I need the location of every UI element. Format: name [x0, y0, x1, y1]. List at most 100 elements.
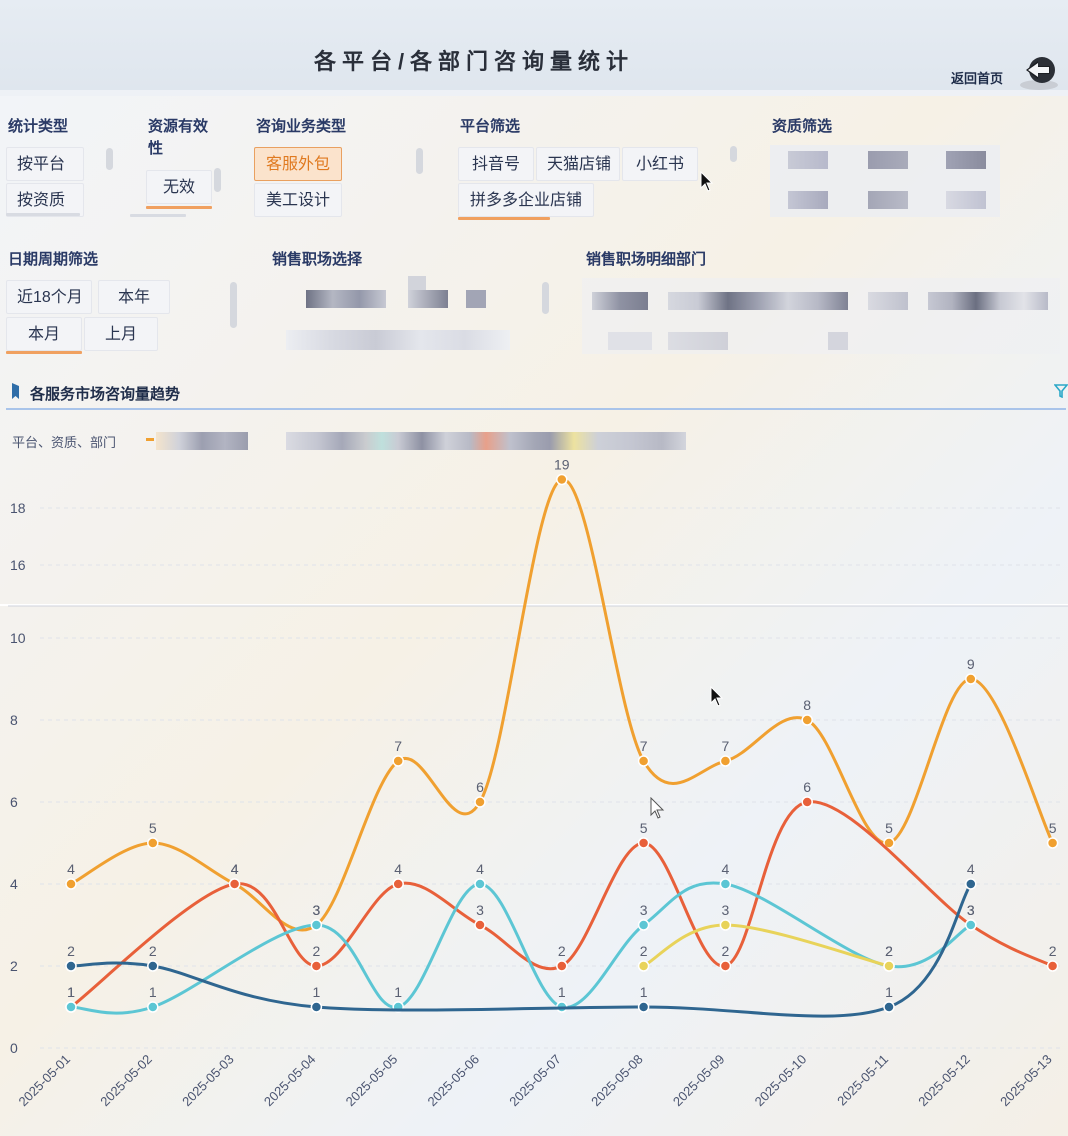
- y-tick-label: 0: [10, 1040, 18, 1056]
- data-point: [310, 960, 323, 972]
- tab-underline: [6, 351, 82, 354]
- data-label: 4: [394, 861, 402, 877]
- sales-dept-label: 销售职场明细部门: [586, 251, 707, 268]
- y-tick-label: 6: [10, 794, 18, 810]
- data-label: 2: [558, 943, 566, 959]
- trend-line-chart: 02468101618202025-05-012025-05-022025-05…: [0, 456, 1068, 1110]
- qualification-options-blurred[interactable]: [770, 145, 1000, 217]
- data-point: [965, 878, 977, 890]
- legend-items-blurred[interactable]: [156, 432, 248, 450]
- data-point: [556, 473, 568, 486]
- data-point: [392, 755, 404, 767]
- date-period-option[interactable]: 近18个月: [6, 280, 92, 314]
- business-type-label: 咨询业务类型: [256, 118, 347, 135]
- data-point: [65, 878, 77, 890]
- data-label: 2: [1049, 943, 1057, 959]
- data-point: [965, 673, 977, 685]
- series-line: [642, 923, 891, 968]
- data-point: [637, 755, 650, 767]
- x-tick-label: 2025-05-03: [179, 1052, 237, 1110]
- data-point: [147, 837, 159, 849]
- back-arrow-icon[interactable]: [1018, 52, 1060, 92]
- y-tick-label: 18: [10, 500, 26, 516]
- data-label: 3: [313, 902, 321, 918]
- data-label: 1: [394, 984, 402, 1000]
- legend-label: 平台、资质、部门: [12, 435, 117, 450]
- data-label: 2: [722, 943, 730, 959]
- scrollbar[interactable]: [230, 282, 237, 328]
- data-point: [637, 1001, 650, 1013]
- x-tick-label: 2025-05-13: [997, 1052, 1055, 1110]
- x-tick-label: 2025-05-02: [97, 1052, 155, 1110]
- filter-icon[interactable]: [1054, 384, 1068, 398]
- home-link[interactable]: 返回首页: [951, 68, 1003, 87]
- data-point: [883, 960, 895, 972]
- scrollbar[interactable]: [416, 148, 423, 174]
- platform-label: 平台筛选: [460, 118, 521, 135]
- platform-option[interactable]: 小红书: [622, 147, 698, 181]
- scroll-indicator[interactable]: [130, 214, 186, 217]
- data-point: [719, 919, 732, 931]
- scroll-indicator[interactable]: [6, 213, 80, 216]
- data-label: 4: [476, 861, 484, 877]
- data-label: 7: [640, 738, 648, 754]
- legend-items-blurred[interactable]: [286, 432, 686, 450]
- data-label: 7: [394, 738, 402, 754]
- mouse-cursor-outline-icon: [650, 797, 665, 819]
- data-label: 1: [558, 984, 566, 1000]
- data-point: [637, 960, 650, 972]
- data-label: 9: [967, 656, 975, 672]
- scrollbar[interactable]: [730, 146, 737, 162]
- data-label: 7: [722, 738, 730, 754]
- stat-type-option[interactable]: 按平台: [6, 147, 84, 181]
- platform-option[interactable]: 抖音号: [458, 147, 534, 181]
- bookmark-icon: [12, 383, 19, 399]
- data-label: 4: [967, 861, 975, 877]
- y-tick-label: 10: [10, 630, 26, 646]
- data-label: 1: [149, 984, 157, 1000]
- x-tick-label: 2025-05-12: [915, 1052, 973, 1110]
- data-point: [392, 878, 404, 890]
- data-point: [228, 878, 241, 890]
- data-label: 4: [231, 861, 239, 877]
- data-point: [801, 714, 813, 726]
- platform-option[interactable]: 拼多多企业店铺: [458, 183, 594, 217]
- date-period-option[interactable]: 上月: [84, 317, 158, 351]
- data-point: [556, 960, 568, 972]
- qualification-label: 资质筛选: [772, 118, 833, 135]
- scrollbar[interactable]: [106, 148, 113, 170]
- date-period-label: 日期周期筛选: [8, 251, 99, 268]
- x-tick-label: 2025-05-07: [506, 1052, 564, 1110]
- data-point: [65, 960, 77, 972]
- x-tick-label: 2025-05-11: [834, 1052, 891, 1109]
- page-header: 各平台/各部门咨询量统计 返回首页: [0, 0, 1068, 90]
- mouse-cursor-icon: [710, 686, 724, 707]
- data-point: [719, 960, 732, 972]
- x-tick-label: 2025-05-09: [670, 1052, 728, 1110]
- platform-option[interactable]: 天猫店铺: [536, 147, 620, 181]
- validity-option[interactable]: 无效: [146, 170, 212, 204]
- data-label: 6: [803, 779, 811, 795]
- data-label: 8: [803, 697, 811, 713]
- scrollbar[interactable]: [214, 168, 221, 192]
- scrollbar[interactable]: [542, 282, 549, 314]
- sales-venue-label: 销售职场选择: [272, 251, 363, 268]
- stat-type-option[interactable]: 按资质: [6, 183, 84, 217]
- sales-dept-options-blurred[interactable]: [582, 278, 1060, 354]
- legend-swatch[interactable]: [146, 438, 154, 441]
- data-point: [147, 1001, 159, 1013]
- business-type-option-active[interactable]: 客服外包: [254, 147, 342, 181]
- x-tick-label: 2025-05-06: [424, 1052, 482, 1110]
- data-label: 2: [67, 943, 75, 959]
- data-label: 5: [885, 820, 893, 836]
- data-point: [719, 755, 732, 767]
- date-period-option[interactable]: 本年: [98, 280, 170, 314]
- data-label: 4: [67, 861, 75, 877]
- y-tick-label: 8: [10, 712, 18, 728]
- data-label: 5: [640, 820, 648, 836]
- business-type-option[interactable]: 美工设计: [254, 183, 342, 217]
- page-title: 各平台/各部门咨询量统计: [313, 49, 635, 74]
- date-period-option-active[interactable]: 本月: [6, 317, 82, 351]
- sales-venue-options-blurred[interactable]: [286, 276, 510, 352]
- data-label: 6: [476, 779, 484, 795]
